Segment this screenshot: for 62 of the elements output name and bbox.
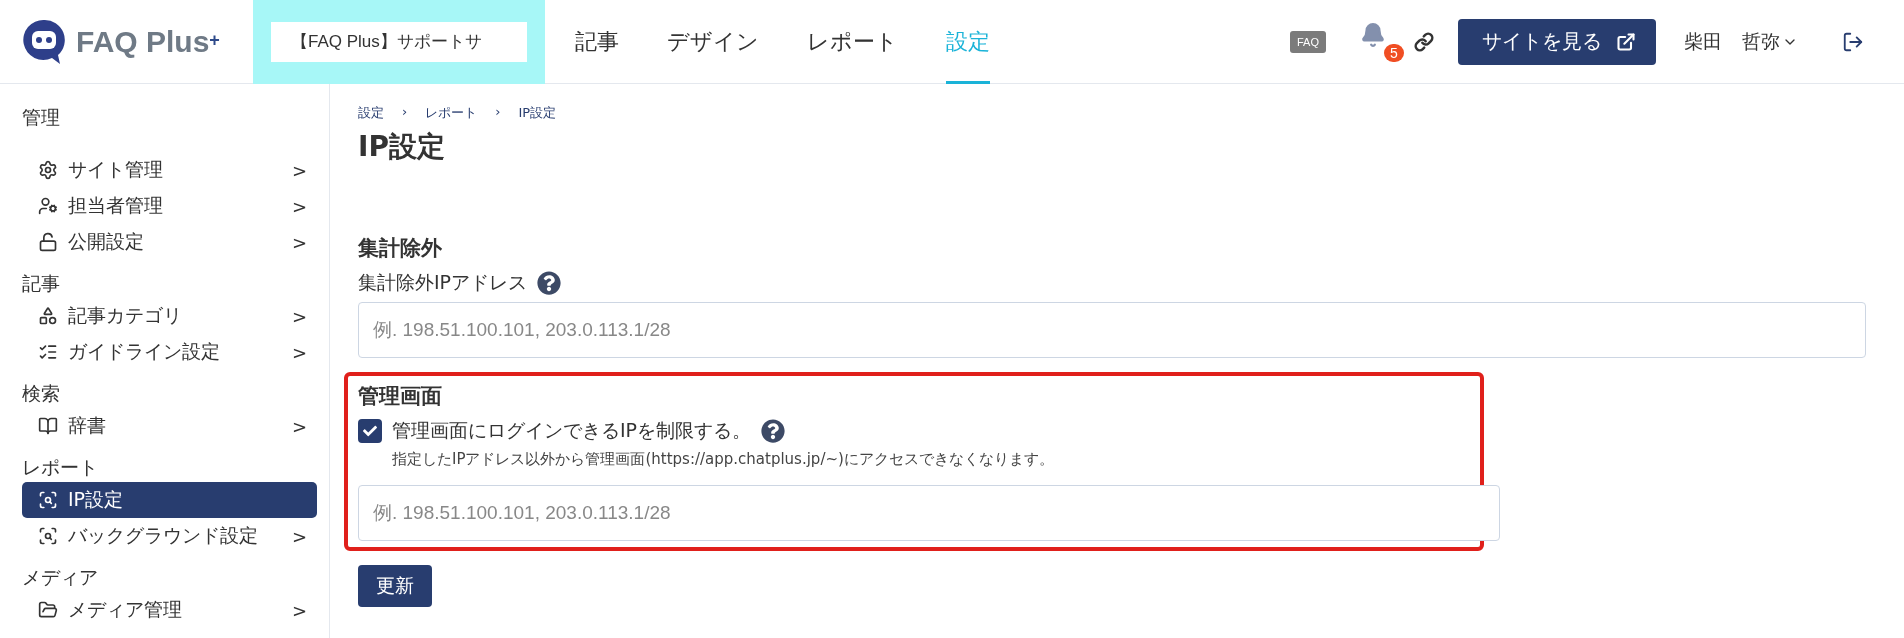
shapes-icon — [38, 306, 58, 326]
padlock-icon — [38, 232, 58, 252]
nav-tab[interactable]: デザイン — [667, 0, 759, 84]
breadcrumb-link[interactable]: IP設定 — [518, 104, 557, 122]
sidebar-heading: 検索 — [22, 381, 61, 406]
update-button[interactable]: 更新 — [358, 565, 432, 607]
arrow-text: > — [291, 195, 307, 217]
bell-icon[interactable] — [1360, 21, 1386, 48]
check-icon — [363, 424, 377, 438]
sidebar-item[interactable]: バックグラウンド設定 > — [22, 518, 317, 554]
link-icon[interactable] — [1414, 31, 1434, 52]
user-menu[interactable]: 哲弥 — [1742, 28, 1798, 55]
faq-icon[interactable]: FAQ — [1290, 30, 1326, 53]
folder-icon — [38, 600, 58, 620]
arrow-text: > — [291, 599, 307, 621]
sidebar-item[interactable]: 辞書 > — [22, 408, 317, 444]
site-selector[interactable]: 【FAQ Plus】サポートサ — [271, 21, 527, 62]
sidebar-heading: 管理 — [22, 105, 61, 130]
sidebar-item[interactable]: IP設定 — [22, 482, 317, 518]
sidebar-heading: メディア — [22, 565, 99, 590]
breadcrumb-link[interactable]: 設定 — [358, 104, 384, 122]
breadcrumb-link[interactable]: レポート — [425, 104, 478, 122]
breadcrumb-separator: › — [402, 104, 408, 121]
field-label: 集計除外IPアドレス — [358, 270, 528, 295]
sidebar-heading: レポート — [22, 455, 99, 480]
sidebar-item[interactable]: サイト管理 > — [22, 152, 317, 188]
breadcrumb-separator: › — [495, 104, 501, 121]
notification-badge: 5 — [1384, 43, 1404, 62]
checkbox-label: 管理画面にログインできるIPを制限する。 — [392, 418, 752, 443]
checkbox[interactable] — [358, 419, 382, 443]
user-last-name: 柴田 — [1684, 28, 1722, 54]
sidebar-item[interactable]: メディア管理 > — [22, 592, 317, 628]
user-gear-icon — [38, 196, 58, 216]
logo-text: FAQ Plus$^{+}$ — [76, 24, 220, 59]
ip-input-field[interactable]: 例. 198.51.100.101, 203.0.113.1/28 — [358, 485, 1500, 541]
page-title: IP設定 — [358, 129, 446, 165]
view-site-button[interactable]: サイトを見る — [1458, 18, 1656, 65]
sidebar-item[interactable]: 担当者管理 > — [22, 188, 317, 224]
nav-tab[interactable]: 記事 — [575, 0, 619, 84]
sidebar-item[interactable]: 記事カテゴリ > — [22, 298, 317, 334]
sidebar-item[interactable]: ガイドライン設定 > — [22, 334, 317, 370]
section-heading: 管理画面 — [358, 383, 443, 410]
help-icon[interactable] — [761, 419, 786, 443]
logout-icon[interactable] — [1842, 30, 1864, 53]
external-link-icon — [1616, 31, 1636, 52]
help-icon[interactable] — [537, 271, 562, 295]
ip-input-field[interactable]: 例. 198.51.100.101, 203.0.113.1/28 — [358, 302, 1866, 358]
book-icon — [38, 416, 58, 436]
sidebar-heading: 記事 — [22, 271, 61, 296]
logo-icon — [22, 17, 66, 66]
arrow-text: > — [291, 525, 307, 547]
sidebar-item[interactable]: 公開設定 > — [22, 224, 317, 260]
help-text: 指定したIPアドレス以外から管理画面(https://app.chatplus.jp/~)にアクセスできなくなります。 — [392, 450, 1055, 469]
arrow-text: > — [291, 415, 307, 437]
checklist-icon — [38, 342, 58, 362]
arrow-text: > — [291, 231, 307, 253]
arrow-text: > — [291, 159, 307, 181]
gear-icon — [38, 160, 58, 180]
arrow-text: > — [291, 341, 307, 363]
arrow-text: > — [291, 305, 307, 327]
nav-tab[interactable]: レポート — [807, 0, 898, 84]
section-heading: 集計除外 — [358, 235, 443, 262]
